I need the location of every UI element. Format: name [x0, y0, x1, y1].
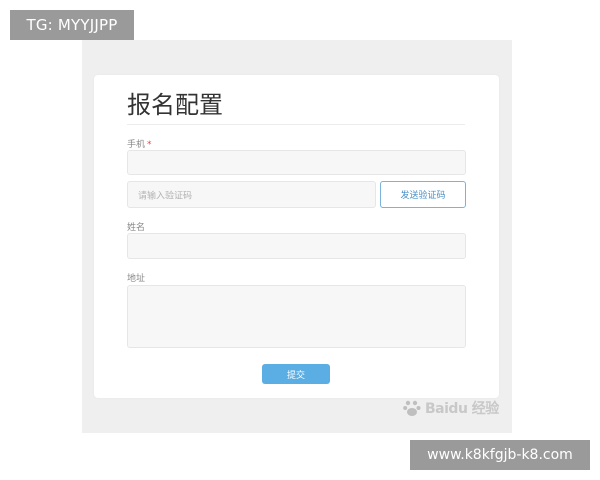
name-label: 姓名: [127, 223, 146, 233]
verification-code-input[interactable]: 请输入验证码: [127, 181, 376, 208]
tg-handle-badge: TG: MYYJJPP: [10, 10, 134, 40]
form-screenshot: 报名配置 手机 * 请输入验证码 发送验证码 姓名 地址 提交: [82, 40, 512, 433]
submit-button[interactable]: 提交: [262, 364, 330, 384]
baidu-paw-icon: [403, 400, 421, 416]
name-input[interactable]: [127, 233, 466, 259]
phone-label-text: 手机: [127, 140, 146, 150]
registration-form-card: 报名配置 手机 * 请输入验证码 发送验证码 姓名 地址 提交: [94, 75, 499, 398]
baidu-watermark: Baidu 经验: [402, 397, 500, 419]
title-divider: [127, 124, 465, 125]
site-url-badge: www.k8kfgjb-k8.com: [410, 440, 590, 470]
baidu-watermark-text: Baidu 经验: [425, 401, 499, 417]
phone-label: 手机 *: [127, 137, 152, 150]
address-label: 地址: [127, 274, 146, 284]
address-textarea[interactable]: [127, 285, 466, 348]
verification-code-placeholder: 请输入验证码: [138, 191, 193, 201]
page-title: 报名配置: [127, 91, 223, 119]
phone-input[interactable]: [127, 150, 466, 175]
send-code-button[interactable]: 发送验证码: [380, 181, 466, 208]
required-mark: *: [147, 140, 152, 150]
